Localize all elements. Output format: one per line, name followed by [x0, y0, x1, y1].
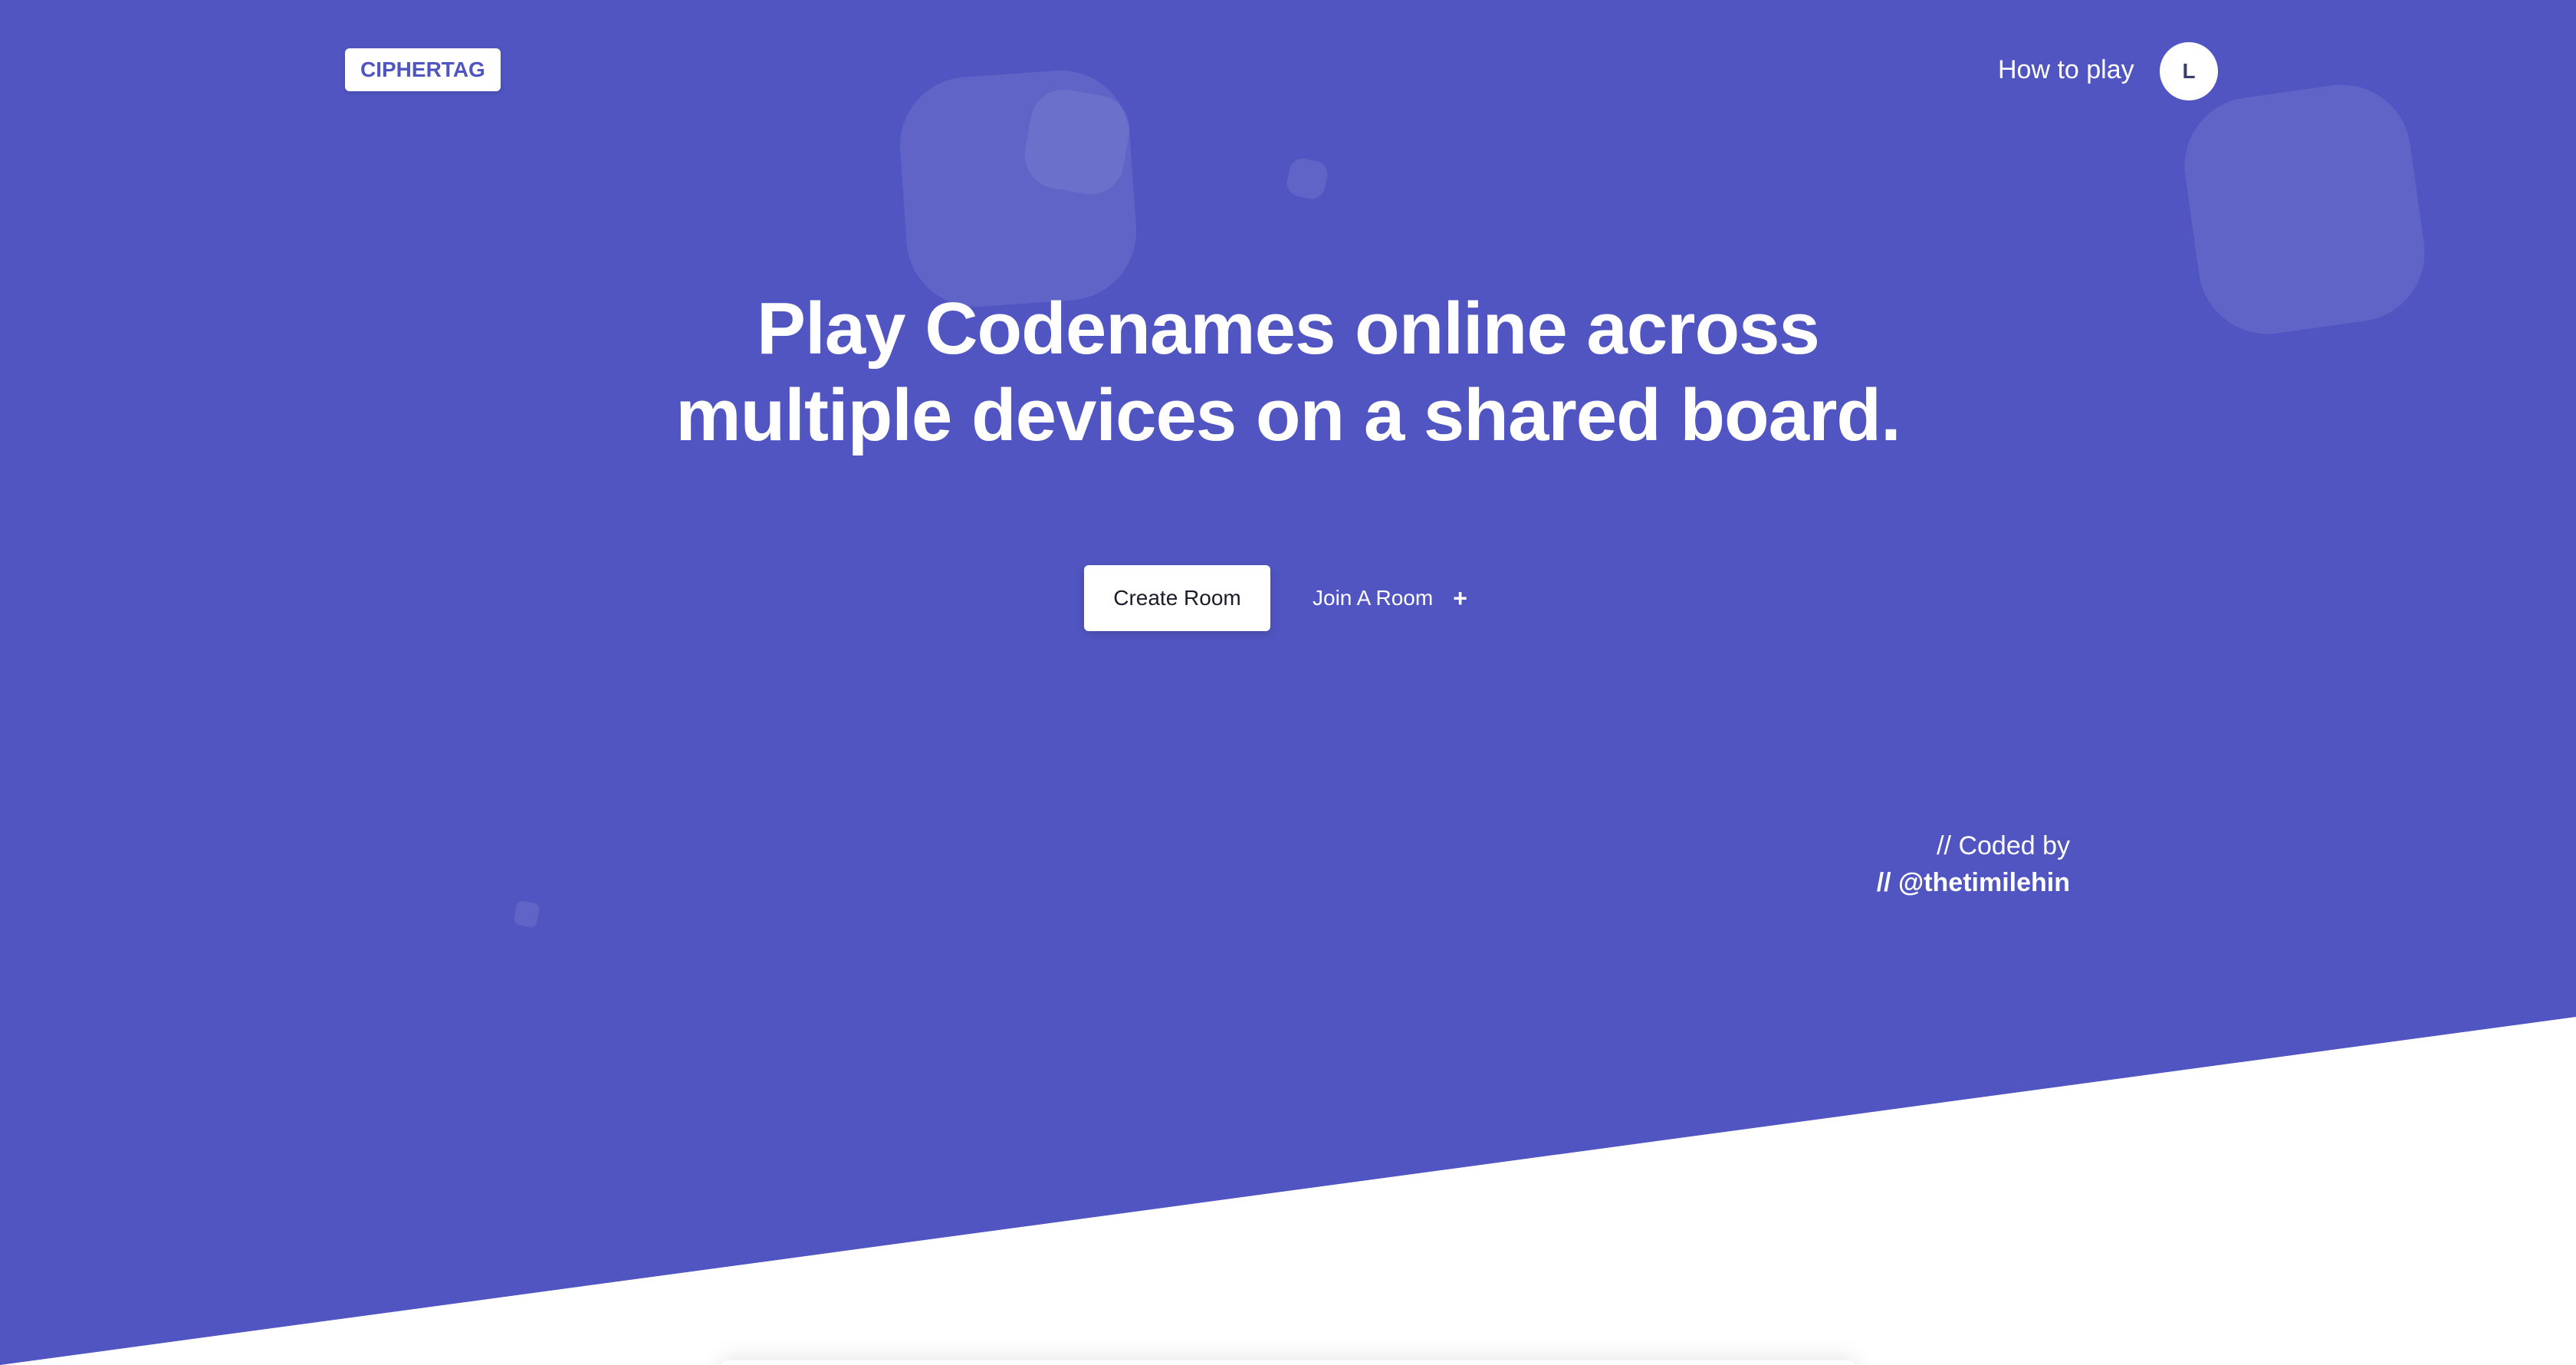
decorative-rounded-square [2175, 75, 2434, 344]
user-avatar[interactable]: L [2160, 42, 2218, 100]
join-room-button[interactable]: Join A Room + [1303, 565, 1477, 631]
plus-icon: + [1453, 584, 1467, 612]
content-card-peek [721, 1360, 1855, 1365]
landing-page: CIPHERTAG How to play L Play Codenames o… [0, 0, 2576, 1365]
join-room-label: Join A Room [1313, 586, 1434, 610]
hero-headline: Play Codenames online across multiple de… [675, 288, 1901, 456]
how-to-play-link[interactable]: How to play [1998, 52, 2134, 87]
site-logo[interactable]: CIPHERTAG [345, 48, 501, 91]
author-handle-link[interactable]: // @thetimilehin [1763, 865, 2070, 900]
create-room-button[interactable]: Create Room [1084, 565, 1270, 631]
credit-line: // Coded by [1937, 831, 2070, 860]
decorative-rounded-square [513, 900, 540, 929]
